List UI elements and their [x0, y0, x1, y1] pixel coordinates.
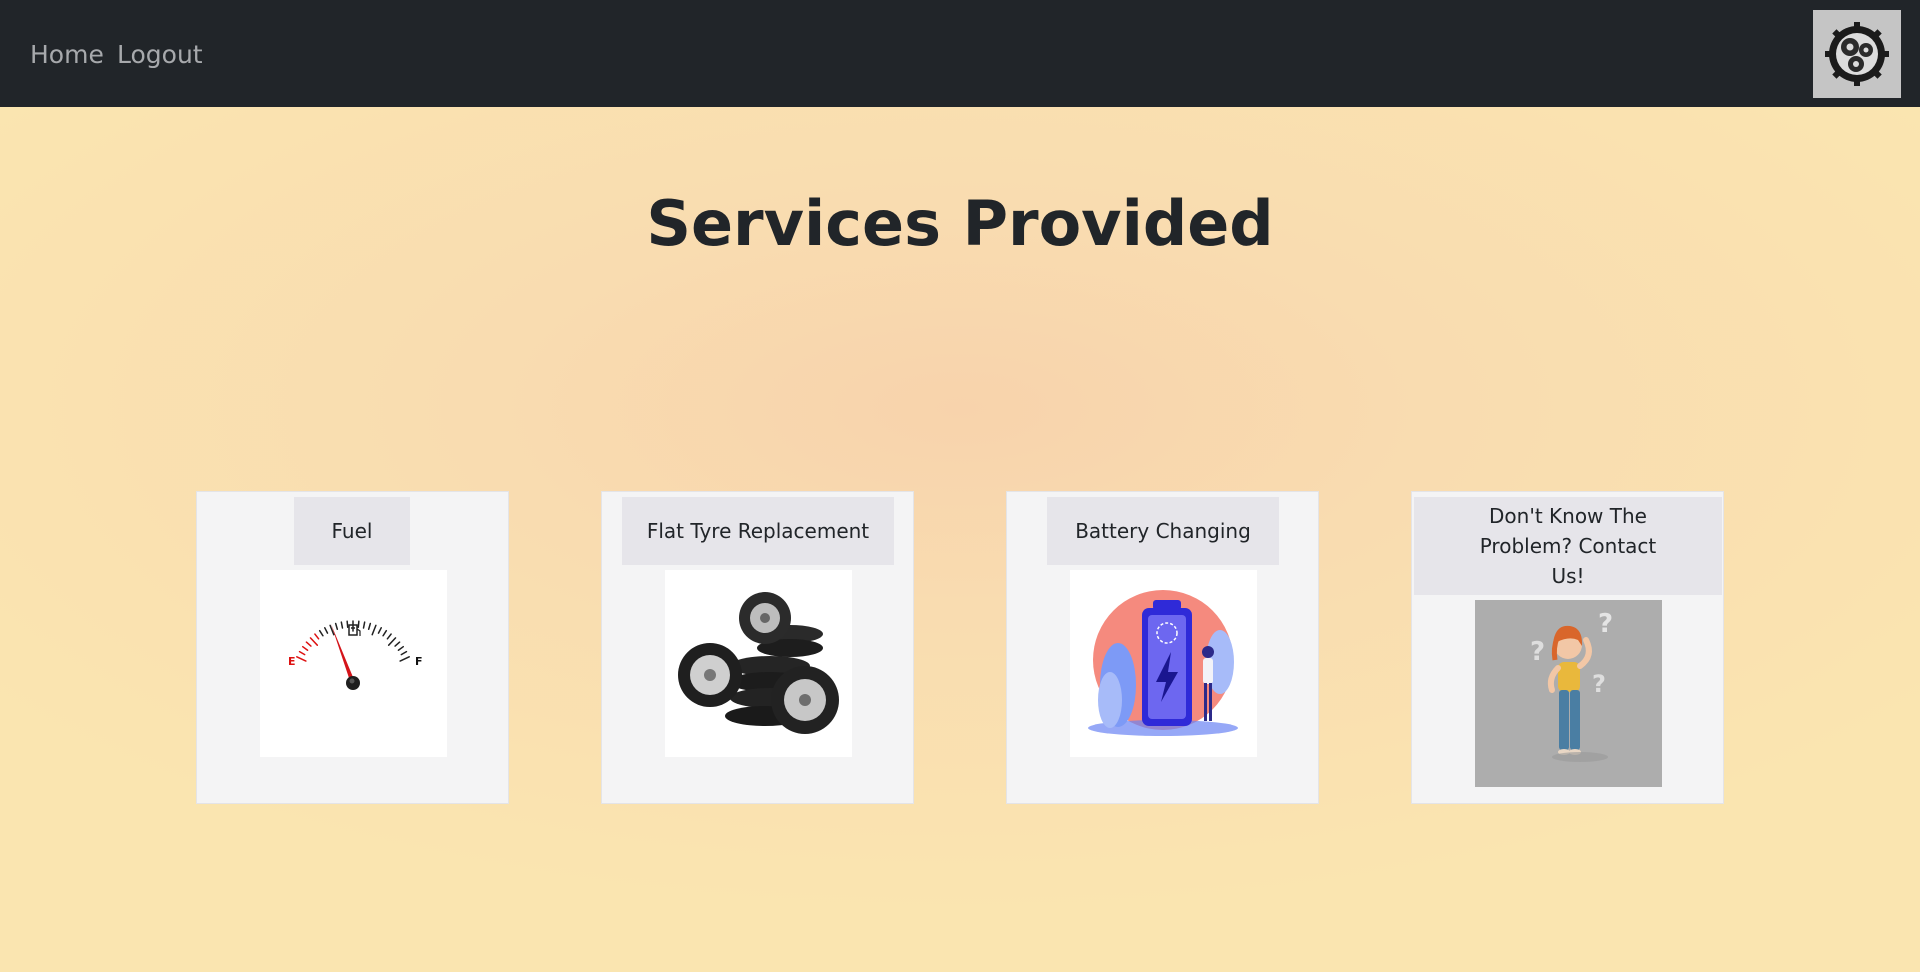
service-card-image: ? ? ?: [1475, 600, 1662, 787]
gauge-tick: [367, 622, 372, 630]
gauge-tick: [377, 627, 382, 634]
gauge-tick: [301, 645, 309, 651]
gauge-tick: [305, 641, 312, 647]
gauge-tick: [296, 656, 307, 662]
gauge-tick: [399, 656, 410, 662]
svg-text:?: ?: [1598, 609, 1613, 639]
service-card-battery[interactable]: Battery Changing: [1006, 491, 1319, 804]
tyre-stack-icon: [678, 592, 839, 734]
gauge-tick: [394, 641, 401, 647]
svg-text:?: ?: [1530, 637, 1545, 667]
site-logo[interactable]: [1813, 10, 1901, 98]
svg-text:F: F: [415, 655, 423, 668]
gear-cluster-icon: [1825, 22, 1889, 86]
svg-text:?: ?: [1592, 670, 1606, 698]
top-navbar: Home Logout: [0, 0, 1920, 107]
gauge-tick: [314, 633, 320, 640]
gauge-tick: [362, 621, 366, 629]
gauge-tick: [382, 629, 388, 637]
gauge-tick: [371, 624, 377, 636]
service-card-image: [1070, 570, 1257, 757]
service-card-title: Don't Know The Problem? Contact Us!: [1414, 497, 1722, 595]
service-card-title: Flat Tyre Replacement: [622, 497, 894, 565]
gauge-tick: [324, 627, 329, 634]
service-card-image: [665, 570, 852, 757]
service-card-flat-tyre[interactable]: Flat Tyre Replacement: [601, 491, 914, 804]
service-card-image: E F: [260, 570, 447, 757]
page-title: Services Provided: [646, 187, 1274, 260]
confused-person-icon: ? ? ?: [1475, 600, 1662, 787]
service-card-contact-us[interactable]: Don't Know The Problem? Contact Us! ? ? …: [1411, 491, 1724, 804]
nav-home-link[interactable]: Home: [30, 38, 104, 72]
service-card-fuel[interactable]: Fuel E F: [196, 491, 509, 804]
gauge-tick: [400, 650, 408, 656]
service-card-title: Fuel: [294, 497, 410, 565]
gauge-tick: [318, 629, 324, 637]
gauge-tick: [340, 621, 344, 629]
gauge-tick: [357, 620, 360, 629]
fuel-gauge-icon: E F: [288, 620, 423, 690]
gauge-tick: [334, 622, 339, 630]
svg-text:E: E: [288, 655, 296, 668]
nav-logout-link[interactable]: Logout: [117, 38, 203, 72]
gauge-tick: [386, 633, 392, 640]
gauge-tick: [387, 637, 397, 646]
service-card-title: Battery Changing: [1047, 497, 1279, 565]
gauge-tick: [397, 645, 405, 651]
gauge-tick: [298, 650, 306, 656]
battery-charging-icon: [1088, 590, 1238, 736]
gauge-tick: [309, 637, 319, 646]
gauge-tick: [346, 620, 349, 629]
